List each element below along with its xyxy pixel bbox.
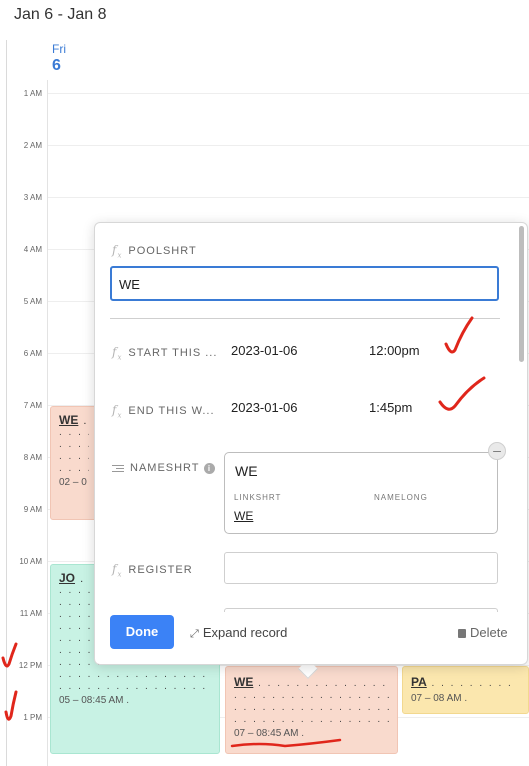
checkmark-annotation [444,316,474,354]
underline-annotation [230,738,342,748]
red-annotations [1,316,486,748]
checkmark-annotation [1,642,18,668]
checkmark-annotation [438,376,486,411]
checkmark-annotation [4,690,18,721]
